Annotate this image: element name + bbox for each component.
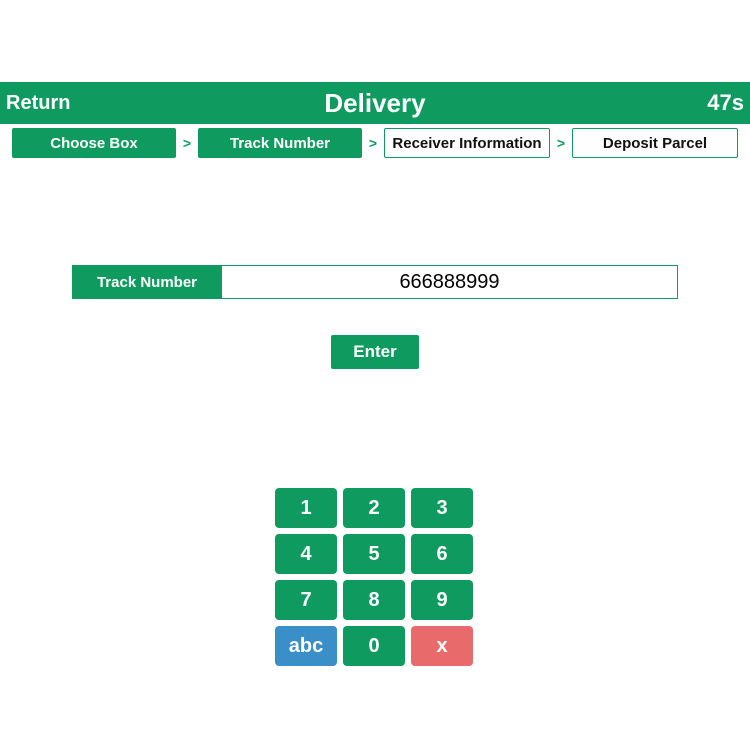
key-1[interactable]: 1 <box>275 488 337 528</box>
return-button[interactable]: Return <box>6 92 70 115</box>
key-delete[interactable]: x <box>411 626 473 666</box>
countdown-timer: 47s <box>707 90 744 116</box>
key-7[interactable]: 7 <box>275 580 337 620</box>
track-number-label: Track Number <box>72 265 222 299</box>
key-0[interactable]: 0 <box>343 626 405 666</box>
key-6[interactable]: 6 <box>411 534 473 574</box>
key-5[interactable]: 5 <box>343 534 405 574</box>
key-3[interactable]: 3 <box>411 488 473 528</box>
key-2[interactable]: 2 <box>343 488 405 528</box>
breadcrumb-separator: > <box>180 135 194 151</box>
page-title: Delivery <box>0 88 750 119</box>
key-abc[interactable]: abc <box>275 626 337 666</box>
key-9[interactable]: 9 <box>411 580 473 620</box>
breadcrumb: Choose Box > Track Number > Receiver Inf… <box>12 128 738 158</box>
step-track-number[interactable]: Track Number <box>198 128 362 158</box>
key-8[interactable]: 8 <box>343 580 405 620</box>
step-deposit-parcel[interactable]: Deposit Parcel <box>572 128 738 158</box>
header-bar: Return Delivery 47s <box>0 82 750 124</box>
breadcrumb-separator: > <box>554 135 568 151</box>
numeric-keypad: 1 2 3 4 5 6 7 8 9 abc 0 x <box>275 488 475 666</box>
track-number-row: Track Number <box>72 265 678 299</box>
track-number-input[interactable] <box>222 265 678 299</box>
step-receiver-info[interactable]: Receiver Information <box>384 128 550 158</box>
step-choose-box[interactable]: Choose Box <box>12 128 176 158</box>
key-4[interactable]: 4 <box>275 534 337 574</box>
breadcrumb-separator: > <box>366 135 380 151</box>
enter-button[interactable]: Enter <box>331 335 419 369</box>
